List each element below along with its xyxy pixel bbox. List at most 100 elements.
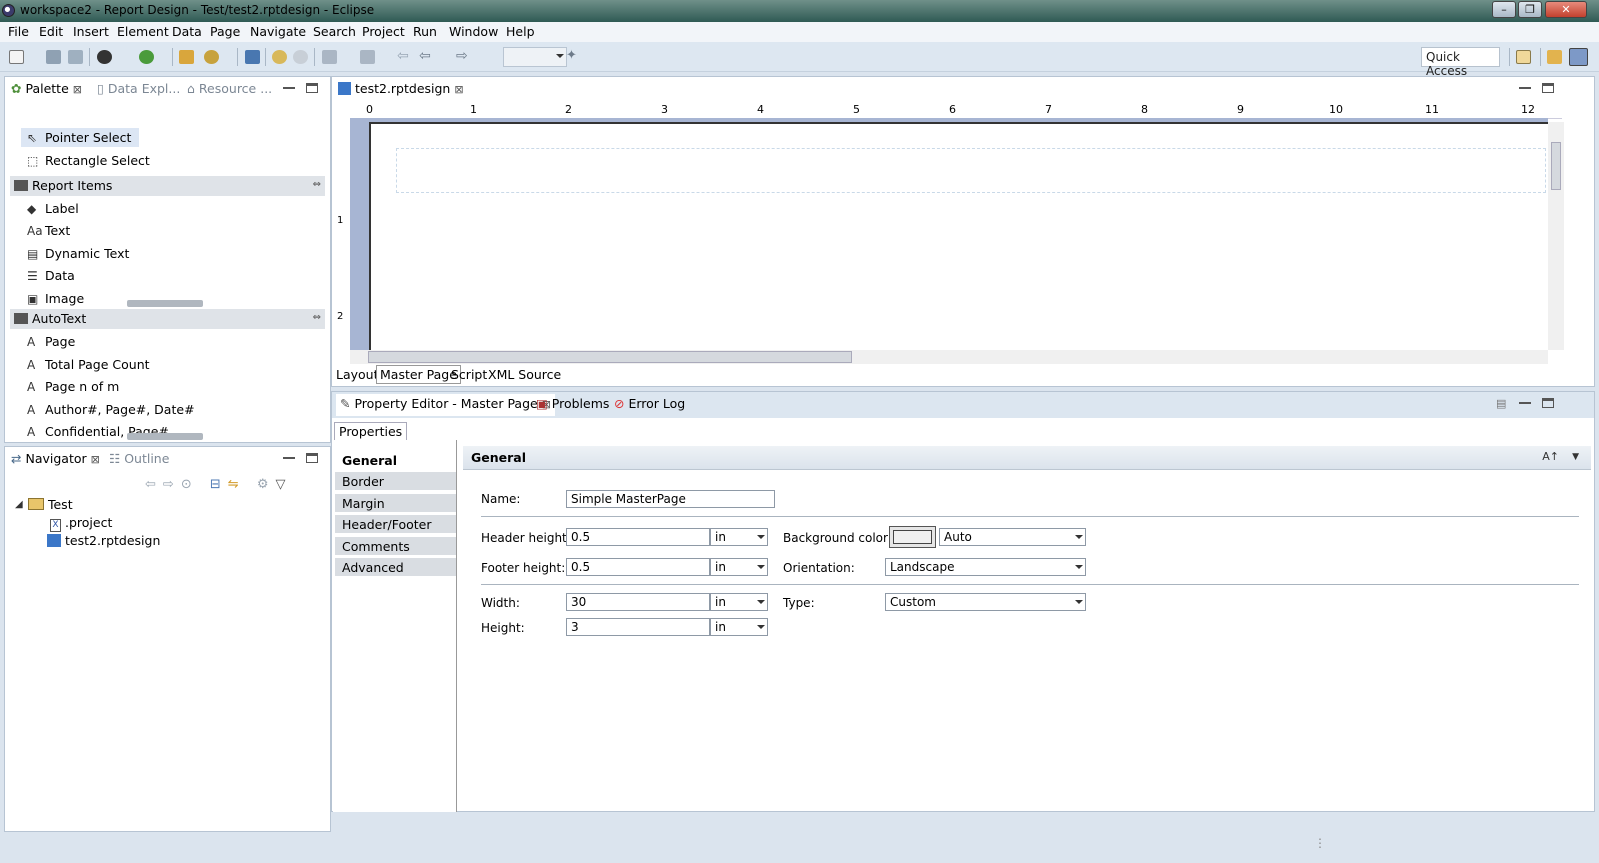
filter-icon[interactable]: ⚙ — [257, 477, 276, 492]
tree-file-project[interactable]: X .project — [50, 515, 112, 532]
tab-outline[interactable]: ☷ Outline — [109, 451, 169, 466]
minimize-icon[interactable] — [283, 83, 295, 89]
autotext-item-page-n-of-m[interactable]: A Page n of m — [27, 379, 119, 394]
tab-palette[interactable]: ✿ Palette ⊠ — [11, 81, 82, 96]
height-input[interactable]: 3 — [566, 618, 710, 636]
header-height-unit-select[interactable]: in — [710, 528, 768, 546]
view-menu-icon[interactable]: ▤ — [1496, 397, 1508, 410]
close-window-button[interactable]: ✕ — [1545, 1, 1587, 18]
zoom-dropdown[interactable] — [503, 47, 567, 67]
tab-xml-source[interactable]: XML Source — [488, 367, 561, 382]
palette-item-label[interactable]: ◆ Label — [27, 201, 79, 216]
menu-insert[interactable]: Insert — [73, 24, 109, 39]
tab-test2-rptdesign[interactable]: test2.rptdesign ⊠ — [338, 81, 464, 96]
forward-icon[interactable]: ⇨ — [163, 477, 181, 492]
sort-icon[interactable]: A↑ — [1542, 450, 1559, 463]
tool-pointer-select[interactable]: ⇖ Pointer Select — [27, 130, 131, 145]
new-icon[interactable] — [9, 50, 24, 64]
dropdown-arrow-icon[interactable]: ▼ — [1572, 452, 1579, 462]
horizontal-scroll-thumb[interactable] — [368, 351, 852, 363]
tab-master-page[interactable]: Master Page — [376, 365, 461, 384]
close-icon[interactable]: ⊠ — [73, 83, 82, 96]
tab-resource-explorer[interactable]: ⌂ Resource ... — [187, 81, 272, 96]
category-general[interactable]: General — [335, 451, 456, 470]
menu-element[interactable]: Element — [117, 24, 169, 39]
collapse-icon[interactable]: ⇔ — [313, 179, 321, 190]
back-icon[interactable]: ⇦ — [419, 49, 434, 64]
tool-rectangle-select[interactable]: ⬚ Rectangle Select — [27, 153, 150, 168]
up-icon[interactable]: ⊙ — [181, 477, 199, 492]
maximize-icon[interactable] — [306, 83, 318, 93]
menu-window[interactable]: Window — [449, 24, 498, 39]
menu-file[interactable]: File — [8, 24, 29, 39]
open-folder-icon[interactable] — [179, 50, 194, 64]
next-annotation-icon[interactable] — [322, 50, 337, 64]
close-icon[interactable]: ⊠ — [454, 83, 463, 96]
debug-icon[interactable] — [139, 50, 154, 64]
view-menu-icon[interactable]: ▽ — [275, 477, 292, 492]
last-edit-icon[interactable]: ⇦ — [397, 49, 412, 64]
menu-help[interactable]: Help — [506, 24, 535, 39]
tab-navigator[interactable]: ⇄ Navigator ⊠ — [11, 451, 100, 466]
report-design-perspective-icon[interactable] — [1569, 48, 1588, 66]
palette-item-image[interactable]: ▣ Image — [27, 291, 84, 306]
autotext-scrollbar[interactable] — [127, 433, 203, 440]
tab-error-log[interactable]: ⊘ Error Log — [614, 396, 685, 411]
tab-properties[interactable]: Properties — [334, 422, 408, 442]
height-unit-select[interactable]: in — [710, 618, 768, 636]
menu-data[interactable]: Data — [172, 24, 202, 39]
minimize-icon[interactable] — [283, 453, 295, 459]
header-height-input[interactable]: 0.5 — [566, 528, 710, 546]
save-icon[interactable] — [46, 50, 61, 64]
maximize-icon[interactable] — [1542, 83, 1554, 93]
category-margin[interactable]: Margin — [335, 494, 456, 513]
open-perspective-icon[interactable] — [1516, 50, 1531, 64]
tab-layout[interactable]: Layout — [336, 367, 379, 382]
tab-data-explorer[interactable]: ▯ Data Expl... — [97, 81, 180, 96]
link-editor-icon[interactable]: ⇋ — [228, 477, 246, 492]
category-comments[interactable]: Comments — [335, 537, 456, 556]
maximize-icon[interactable] — [306, 453, 318, 463]
window-icon[interactable] — [245, 50, 260, 64]
group-report-items[interactable]: Report Items ⇔ — [10, 176, 325, 196]
orientation-select[interactable]: Landscape — [885, 558, 1086, 576]
java-perspective-icon[interactable] — [1547, 50, 1562, 64]
footer-height-unit-select[interactable]: in — [710, 558, 768, 576]
background-color-swatch-button[interactable] — [889, 526, 936, 548]
maximize-icon[interactable] — [1542, 398, 1554, 408]
tab-script[interactable]: Script — [451, 367, 487, 382]
collapse-all-icon[interactable]: ⊟ — [210, 477, 228, 492]
palette-item-dynamic-text[interactable]: ▤ Dynamic Text — [27, 246, 129, 261]
category-border[interactable]: Border — [335, 472, 456, 491]
minimize-window-button[interactable]: – — [1492, 1, 1516, 18]
tab-problems[interactable]: ▣ Problems — [536, 396, 609, 411]
background-color-select[interactable]: Auto — [939, 528, 1086, 546]
minimize-icon[interactable] — [1519, 83, 1531, 89]
tree-file-rptdesign[interactable]: test2.rptdesign — [47, 533, 160, 548]
palette-item-data[interactable]: ☰ Data — [27, 268, 75, 283]
autotext-item-author-page-date[interactable]: A Author#, Page#, Date# — [27, 402, 195, 417]
horizontal-scrollbar[interactable] — [350, 350, 1548, 364]
report-items-scrollbar[interactable] — [127, 300, 203, 307]
status-bar-handle[interactable]: ⋮ — [1314, 837, 1326, 849]
run-icon[interactable] — [97, 50, 112, 64]
back-icon[interactable]: ⇦ — [145, 477, 163, 492]
vertical-scroll-thumb[interactable] — [1551, 142, 1561, 190]
menu-run[interactable]: Run — [413, 24, 437, 39]
width-unit-select[interactable]: in — [710, 593, 768, 611]
page-header-area[interactable] — [396, 148, 1546, 193]
autotext-item-page[interactable]: A Page — [27, 334, 75, 349]
autotext-item-total-page-count[interactable]: A Total Page Count — [27, 357, 150, 372]
menu-page[interactable]: Page — [210, 24, 240, 39]
forward-icon[interactable]: ⇨ — [456, 49, 471, 64]
width-input[interactable]: 30 — [566, 593, 710, 611]
menu-navigate[interactable]: Navigate — [250, 24, 306, 39]
category-header-footer[interactable]: Header/Footer — [335, 515, 456, 534]
tree-project-test[interactable]: Test — [28, 497, 73, 512]
group-autotext[interactable]: AutoText ⇔ — [10, 309, 325, 329]
tab-property-editor[interactable]: ✎ Property Editor - Master Page ⊠ — [336, 394, 555, 416]
prev-annotation-icon[interactable] — [360, 50, 375, 64]
collapse-icon[interactable]: ⇔ — [313, 312, 321, 323]
maximize-window-button[interactable]: ❐ — [1518, 1, 1542, 18]
quick-access-field[interactable]: Quick Access — [1421, 47, 1500, 78]
